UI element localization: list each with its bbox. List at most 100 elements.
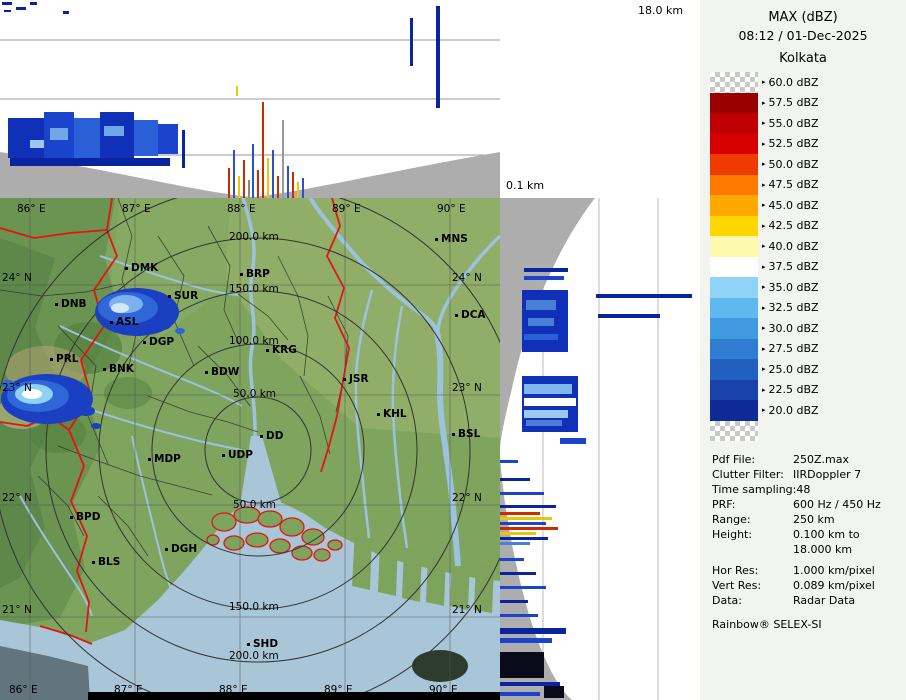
legend-tick-icon: ▸ <box>762 180 766 189</box>
legend-row: ▸ 52.5 dBZ <box>710 133 819 154</box>
legend-row: ▸ 57.5 dBZ <box>710 92 819 113</box>
legend-tick-icon: ▸ <box>762 78 766 87</box>
legend-swatch <box>710 113 758 134</box>
legend-label: 32.5 dBZ <box>768 301 819 315</box>
legend-label: 20.0 dBZ <box>768 403 819 417</box>
metadata-key: Data: <box>712 594 742 607</box>
metadata-value: 0.100 km to <box>793 528 860 541</box>
product-title: MAX (dBZ) <box>768 10 838 25</box>
radar-display-window: 18.0 km 0.1 km 86° E 86° E 87° E 87° E 8… <box>0 0 906 700</box>
legend-row: ▸ 47.5 dBZ <box>710 174 819 195</box>
legend-label: 42.5 dBZ <box>768 219 819 233</box>
legend-tick-icon: ▸ <box>762 201 766 210</box>
legend-row: ▸ 22.5 dBZ <box>710 379 819 400</box>
legend-swatch <box>710 72 758 93</box>
legend-tick-icon: ▸ <box>762 262 766 271</box>
min-height-label: 0.1 km <box>506 179 545 192</box>
metadata-row: Pdf File: 250Z.max <box>712 452 904 467</box>
legend-swatch <box>710 195 758 216</box>
legend-swatch <box>710 154 758 175</box>
product-timestamp: 08:12 / 01-Dec-2025 <box>738 28 868 43</box>
legend-row: ▸ 25.0 dBZ <box>710 359 819 380</box>
metadata-row: 18.000 km <box>712 542 904 557</box>
legend-swatch <box>710 92 758 113</box>
legend-label: 27.5 dBZ <box>768 342 819 356</box>
legend-tick-icon: ▸ <box>762 242 766 251</box>
top-cross-section-panel <box>0 0 500 198</box>
top-cross-section-echoes <box>2 2 440 198</box>
legend-swatch <box>710 318 758 339</box>
legend-label: 30.0 dBZ <box>768 321 819 335</box>
metadata-row: PRF: 600 Hz / 450 Hz <box>712 497 904 512</box>
legend-row: ▸ 27.5 dBZ <box>710 338 819 359</box>
legend-row: ▸ 30.0 dBZ <box>710 318 819 339</box>
legend-label: 35.0 dBZ <box>768 280 819 294</box>
metadata-key: Pdf File: <box>712 453 756 466</box>
metadata-key <box>712 542 793 557</box>
software-brand: Rainbow® SELEX-SI <box>712 618 822 631</box>
legend-row: ▸ 20.0 dBZ <box>710 400 819 421</box>
legend-tick-icon: ▸ <box>762 365 766 374</box>
legend-swatch <box>710 174 758 195</box>
legend-label: 55.0 dBZ <box>768 116 819 130</box>
legend-swatch <box>710 400 758 421</box>
legend-tick-icon: ▸ <box>762 303 766 312</box>
height-axis-corner: 18.0 km 0.1 km <box>500 0 700 198</box>
legend-label: 22.5 dBZ <box>768 383 819 397</box>
legend-swatch <box>710 379 758 400</box>
legend-row: ▸ 50.0 dBZ <box>710 154 819 175</box>
legend-tick-icon: ▸ <box>762 98 766 107</box>
legend-scale: ▸ 60.0 dBZ ▸ 57.5 dBZ ▸ 55.0 dBZ ▸ 52.5 dBZ ▸ 50.… <box>710 72 819 441</box>
legend-row: ▸ 60.0 dBZ <box>710 72 819 93</box>
metadata-row: Vert Res: 0.089 km/pixel <box>712 578 904 593</box>
metadata-key: Range: <box>712 513 751 526</box>
legend-tick-icon: ▸ <box>762 283 766 292</box>
legend-row: ▸ 40.0 dBZ <box>710 236 819 257</box>
legend-swatch <box>710 215 758 236</box>
legend-swatch <box>710 297 758 318</box>
legend-label: 40.0 dBZ <box>768 239 819 253</box>
legend-tick-icon: ▸ <box>762 160 766 169</box>
legend-swatch <box>710 420 758 441</box>
metadata-value: 1.000 km/pixel <box>793 564 875 577</box>
metadata-key: Time sampling:48 <box>712 483 811 496</box>
side-cross-section-panel <box>500 198 700 700</box>
legend-swatch <box>710 277 758 298</box>
metadata-row: Clutter Filter: IIRDoppler 7 <box>712 467 904 482</box>
legend-row: ▸ 37.5 dBZ <box>710 256 819 277</box>
legend-row: ▸ 55.0 dBZ <box>710 113 819 134</box>
legend-tick-icon: ▸ <box>762 119 766 128</box>
legend-row: ▸ 35.0 dBZ <box>710 277 819 298</box>
legend-tick-icon: ▸ <box>762 344 766 353</box>
legend-row <box>710 420 819 441</box>
metadata-key: Clutter Filter: <box>712 468 784 481</box>
metadata-row: Range: 250 km <box>712 512 904 527</box>
legend-row: ▸ 42.5 dBZ <box>710 215 819 236</box>
metadata-value: 0.089 km/pixel <box>793 579 875 592</box>
legend-swatch <box>710 236 758 257</box>
legend-swatch <box>710 256 758 277</box>
legend-label: 37.5 dBZ <box>768 260 819 274</box>
metadata-row: Time sampling:48 <box>712 482 904 497</box>
metadata-list: Pdf File: 250Z.max Clutter Filter: IIRDoppl… <box>712 452 904 608</box>
legend-label: 25.0 dBZ <box>768 362 819 376</box>
radar-map-canvas <box>0 198 500 700</box>
metadata-key: PRF: <box>712 498 736 511</box>
metadata-row: Data: Radar Data <box>712 593 904 608</box>
legend-label: 57.5 dBZ <box>768 96 819 110</box>
info-panel: MAX (dBZ) 08:12 / 01-Dec-2025 Kolkata ▸ 6… <box>700 0 906 700</box>
metadata-row: Height: 0.100 km to <box>712 527 904 542</box>
metadata-key: Hor Res: <box>712 564 759 577</box>
side-cross-section-echoes <box>500 268 692 698</box>
metadata-key: Height: <box>712 528 753 541</box>
metadata-value: 250Z.max <box>793 453 849 466</box>
legend-label: 60.0 dBZ <box>768 75 819 89</box>
metadata-value: 18.000 km <box>793 543 853 556</box>
legend-label: 45.0 dBZ <box>768 198 819 212</box>
legend-label: 50.0 dBZ <box>768 157 819 171</box>
station-name: Kolkata <box>779 51 827 66</box>
legend-row: ▸ 45.0 dBZ <box>710 195 819 216</box>
metadata-value: Radar Data <box>793 594 856 607</box>
legend-tick-icon: ▸ <box>762 324 766 333</box>
metadata-value: 600 Hz / 450 Hz <box>793 498 881 511</box>
